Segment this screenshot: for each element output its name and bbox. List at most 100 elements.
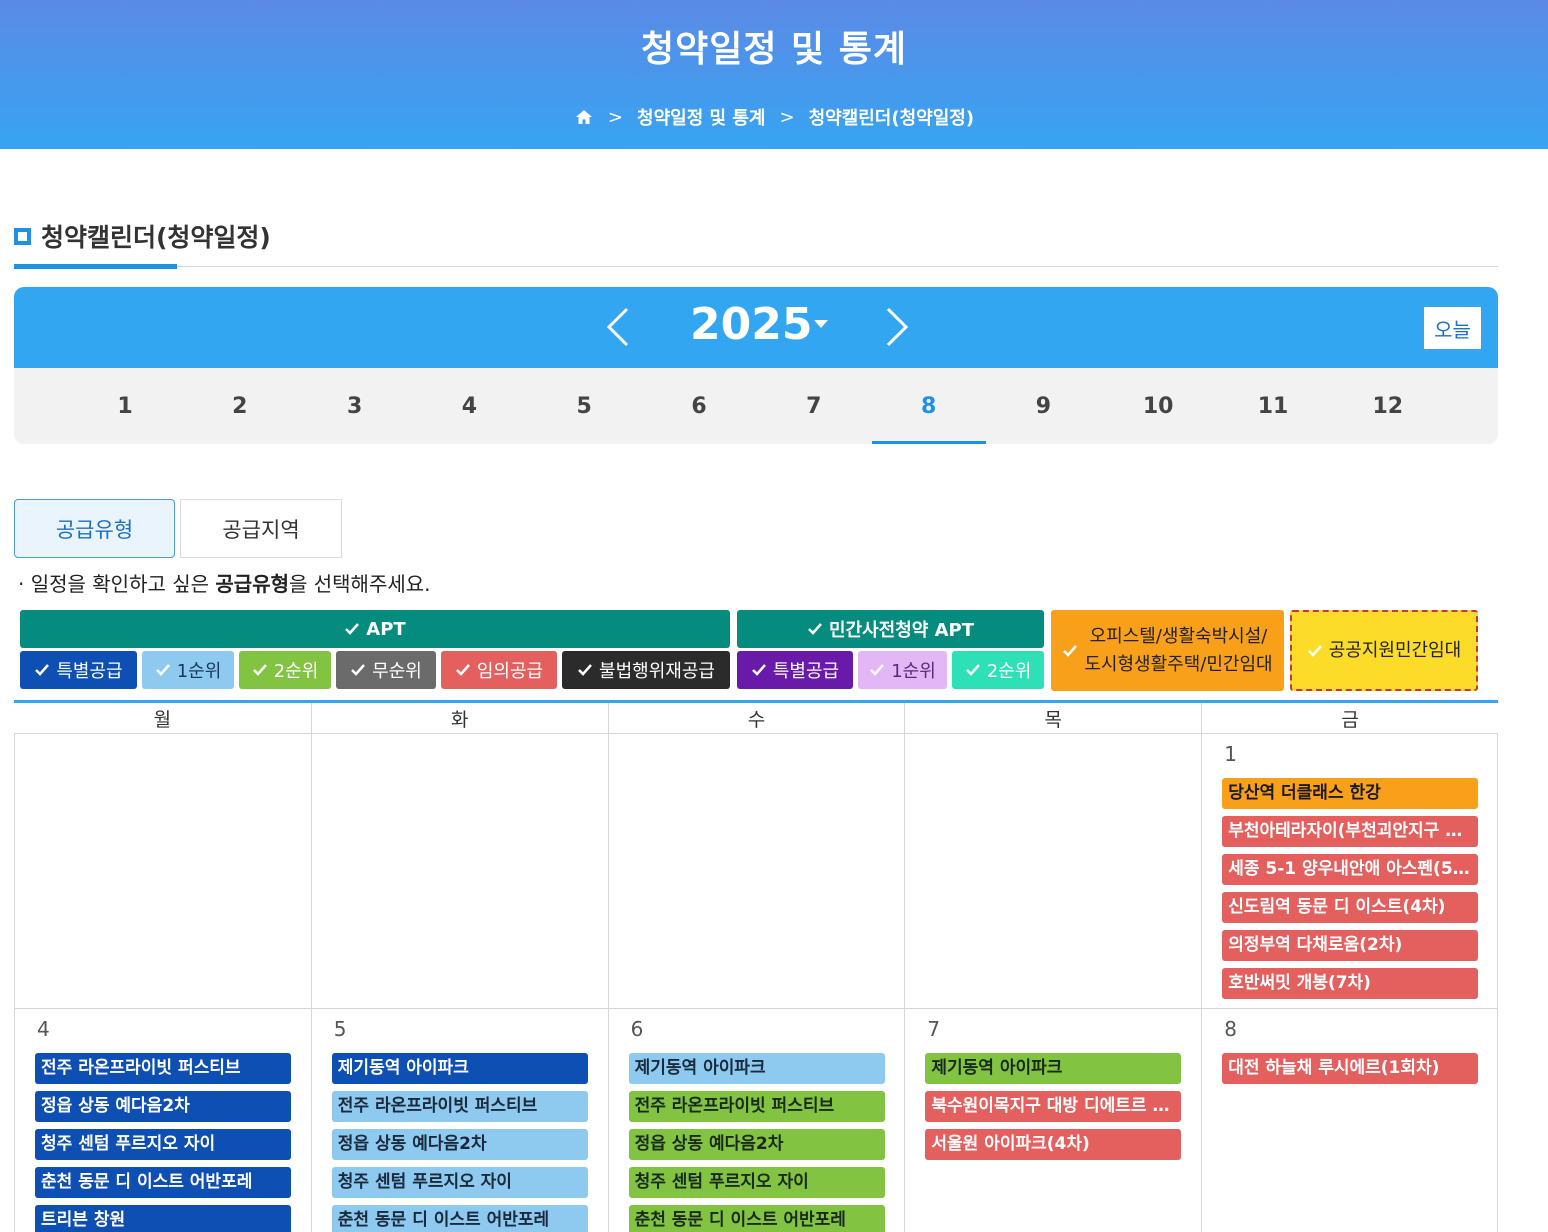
calendar-event[interactable]: 청주 센텀 푸르지오 자이 <box>628 1167 885 1198</box>
chevron-right-icon: > <box>607 106 624 128</box>
breadcrumb-item-schedule[interactable]: 청약일정 및 통계 <box>637 104 765 130</box>
legend-officetel[interactable]: 오피스텔/생활숙박시설/도시형생활주택/민간임대 <box>1051 610 1284 691</box>
chevron-left-icon[interactable] <box>603 305 633 349</box>
weekday-3: 목 <box>904 703 1201 734</box>
month-tab-10[interactable]: 10 <box>1101 368 1215 444</box>
calendar-event[interactable]: 서울원 아이파크(4차) <box>925 1129 1182 1160</box>
calendar-event[interactable]: 전주 라온프라이빗 퍼스티브 <box>331 1091 588 1122</box>
legend-private-chip[interactable]: 특별공급 <box>737 651 853 689</box>
month-tab-12[interactable]: 12 <box>1331 368 1445 444</box>
weekday-1: 화 <box>310 703 608 734</box>
calendar-event[interactable]: 춘천 동문 디 이스트 어반포레 <box>331 1205 588 1232</box>
section-divider <box>14 266 1498 267</box>
chevron-right-icon[interactable] <box>882 305 912 349</box>
calendar-event[interactable]: 청주 센텀 푸르지오 자이 <box>331 1167 588 1198</box>
year-navigator: 2025 오늘 <box>14 287 1498 368</box>
caret-down-icon[interactable] <box>814 320 828 328</box>
calendar-event[interactable]: 트리븐 창원 <box>35 1205 291 1232</box>
day-number: 5 <box>333 1017 347 1041</box>
day-cell: 5 제기동역 아이파크전주 라온프라이빗 퍼스티브정읍 상동 예다음2차청주 센텀… <box>310 1009 608 1232</box>
legend-apt-chip[interactable]: 임의공급 <box>441 651 557 689</box>
month-tab-6[interactable]: 6 <box>642 368 756 444</box>
day-number: 1 <box>1224 742 1237 766</box>
check-icon <box>751 664 766 676</box>
day-cell <box>904 734 1202 1009</box>
breadcrumb: > 청약일정 및 통계 > 청약캘린더(청약일정) <box>0 104 1548 130</box>
calendar-event[interactable]: 춘천 동문 디 이스트 어반포레 <box>35 1167 291 1198</box>
today-button[interactable]: 오늘 <box>1424 307 1481 349</box>
calendar-event[interactable]: 북수원이목지구 대방 디에트르 … <box>925 1091 1182 1122</box>
legend-apt-chip[interactable]: 불법행위재공급 <box>562 651 730 689</box>
check-icon <box>455 664 470 676</box>
month-tab-5[interactable]: 5 <box>527 368 641 444</box>
check-icon <box>1307 644 1322 657</box>
check-icon <box>1063 644 1078 657</box>
calendar-event[interactable]: 정읍 상동 예다음2차 <box>331 1129 588 1160</box>
legend-apt-chip[interactable]: 무순위 <box>336 651 436 689</box>
instruction-text: · 일정을 확인하고 싶은 공급유형을 선택해주세요. <box>18 572 431 596</box>
calendar-event[interactable]: 대전 하늘채 루시에르(1회차) <box>1222 1053 1479 1084</box>
check-icon <box>35 664 50 676</box>
calendar-event[interactable]: 전주 라온프라이빗 퍼스티브 <box>628 1091 885 1122</box>
calendar-event[interactable]: 정읍 상동 예다음2차 <box>628 1129 885 1160</box>
day-number: 6 <box>630 1017 644 1041</box>
calendar-event[interactable]: 청주 센텀 푸르지오 자이 <box>35 1129 291 1160</box>
day-cell <box>14 734 311 1009</box>
legend-apt-group[interactable]: APT <box>20 610 730 648</box>
home-icon[interactable] <box>574 107 594 127</box>
day-cell: 1 당산역 더클래스 한강부천아테라자이(부천괴안지구 … 세종 5-1 양우내안애… <box>1201 734 1498 1009</box>
month-tab-3[interactable]: 3 <box>298 368 412 444</box>
calendar-event[interactable]: 부천아테라자이(부천괴안지구 … <box>1222 816 1479 847</box>
calendar-event[interactable]: 당산역 더클래스 한강 <box>1222 778 1479 809</box>
legend-officetel-label: 오피스텔/생활숙박시설/도시형생활주택/민간임대 <box>1084 625 1273 675</box>
weekday-4: 금 <box>1201 703 1498 734</box>
check-icon <box>345 623 360 635</box>
tab-supply-region[interactable]: 공급지역 <box>180 499 342 558</box>
month-tab-8[interactable]: 8 <box>871 368 986 444</box>
check-icon <box>578 664 592 676</box>
legend-apt-chip[interactable]: 2순위 <box>239 651 331 689</box>
day-cell <box>310 734 608 1009</box>
calendar-event[interactable]: 정읍 상동 예다음2차 <box>35 1091 291 1122</box>
month-tab-7[interactable]: 7 <box>757 368 871 444</box>
calendar-event[interactable]: 호반써밋 개봉(7차) <box>1222 968 1479 999</box>
calendar-event[interactable]: 전주 라온프라이빗 퍼스티브 <box>35 1053 291 1084</box>
month-tab-4[interactable]: 4 <box>412 368 526 444</box>
calendar-event[interactable]: 춘천 동문 디 이스트 어반포레 <box>628 1205 885 1232</box>
weekday-0: 월 <box>153 709 172 731</box>
calendar-event[interactable]: 제기동역 아이파크 <box>628 1053 885 1084</box>
calendar-event[interactable]: 제기동역 아이파크 <box>925 1053 1182 1084</box>
legend-private-preorder-group[interactable]: 민간사전청약 APT <box>737 610 1044 648</box>
day-number: 8 <box>1224 1017 1237 1041</box>
day-cell: 4 전주 라온프라이빗 퍼스티브 정읍 상동 예다음2차 청주 센텀 푸르지오 자이 춘… <box>14 1009 311 1232</box>
breadcrumb-item-calendar[interactable]: 청약캘린더(청약일정) <box>809 104 975 130</box>
legend-public-rental[interactable]: 공공지원민간임대 <box>1290 610 1478 691</box>
day-cell: 6 제기동역 아이파크전주 라온프라이빗 퍼스티브정읍 상동 예다음2차청주 센텀… <box>607 1009 905 1232</box>
month-tab-2[interactable]: 2 <box>183 368 297 444</box>
legend-private-chip[interactable]: 2순위 <box>952 651 1044 689</box>
legend-apt-chip[interactable]: 특별공급 <box>20 651 137 689</box>
check-icon <box>155 664 170 676</box>
page-hero: 청약일정 및 통계 > 청약일정 및 통계 > 청약캘린더(청약일정) <box>0 0 1548 149</box>
legend-apt-chip[interactable]: 1순위 <box>142 651 234 689</box>
check-icon <box>351 664 366 676</box>
year-label[interactable]: 2025 <box>690 299 812 350</box>
check-icon <box>252 664 267 676</box>
legend-private-chip[interactable]: 1순위 <box>858 651 947 689</box>
check-icon <box>965 664 980 676</box>
calendar-event[interactable]: 제기동역 아이파크 <box>331 1053 588 1084</box>
day-cell: 8 대전 하늘채 루시에르(1회차) <box>1201 1009 1498 1232</box>
section-underline <box>14 264 177 269</box>
tab-supply-type[interactable]: 공급유형 <box>14 499 175 558</box>
day-cell <box>607 734 905 1009</box>
month-tab-11[interactable]: 11 <box>1216 368 1330 444</box>
calendar-event[interactable]: 의정부역 다채로움(2차) <box>1222 930 1479 961</box>
check-icon <box>808 623 822 635</box>
month-tab-1[interactable]: 1 <box>68 368 182 444</box>
calendar-event[interactable]: 세종 5-1 양우내안애 아스펜(5차) <box>1222 854 1479 885</box>
day-number: 7 <box>927 1017 941 1041</box>
weekday-2: 수 <box>607 703 905 734</box>
weekday-header: 월 화수목금 <box>14 700 1498 734</box>
calendar-event[interactable]: 신도림역 동문 디 이스트(4차) <box>1222 892 1479 923</box>
month-tab-9[interactable]: 9 <box>986 368 1100 444</box>
